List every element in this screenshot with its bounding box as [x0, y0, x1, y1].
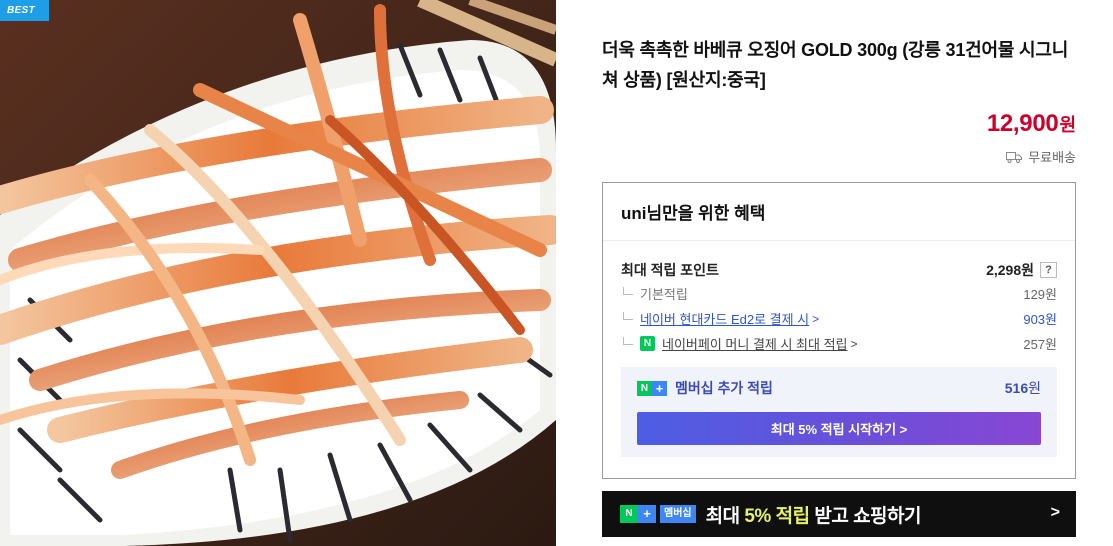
tree-branch-icon	[623, 336, 633, 345]
dried-squid-photo	[0, 0, 556, 546]
help-icon[interactable]: ?	[1040, 262, 1057, 278]
membership-amount: 516원	[1004, 380, 1041, 396]
points-row-label: 기본적립	[640, 287, 688, 302]
naver-plus-icon: N +	[637, 380, 667, 396]
membership-panel: N + 멤버십 추가 적립 516원 최대 5% 적립 시작하기 >	[621, 367, 1057, 457]
points-row-amount: 257원	[1023, 337, 1057, 352]
max-points-row: 최대 적립 포인트 2,298원 ?	[621, 260, 1057, 280]
tree-branch-icon	[623, 311, 633, 320]
points-row-card: 네이버 현대카드 Ed2로 결제 시 > 903원	[623, 309, 1057, 328]
max-points-label: 최대 적립 포인트	[621, 262, 719, 278]
best-badge: BEST	[0, 0, 49, 21]
points-row-amount: 129원	[1023, 287, 1057, 302]
naverpay-icon: N	[640, 336, 655, 351]
points-row-npay: N 네이버페이 머니 결제 시 최대 적립 > 257원	[623, 334, 1057, 353]
points-row-amount: 903원	[1023, 312, 1057, 327]
chevron-right-icon[interactable]: >	[1051, 504, 1060, 522]
product-title: 더욱 촉촉한 바베큐 오징어 GOLD 300g (강릉 31건어물 시그니쳐 …	[602, 40, 1069, 90]
chevron-right-icon[interactable]: >	[851, 337, 858, 351]
membership-label: 멤버십 추가 적립	[675, 380, 773, 396]
product-image[interactable]: BEST	[0, 0, 556, 546]
naver-plus-icon: N +	[620, 505, 656, 523]
membership-row: N + 멤버십 추가 적립 516원	[637, 378, 1041, 398]
benefit-box: uni님만을 위한 혜택 최대 적립 포인트 2,298원 ? 기본적립 129…	[602, 182, 1076, 479]
shipping-label: 무료배송	[1028, 150, 1076, 165]
points-row-basic: 기본적립 129원	[623, 284, 1057, 303]
max-points-value: 2,298원	[986, 262, 1034, 278]
start-membership-button[interactable]: 최대 5% 적립 시작하기 >	[637, 412, 1041, 445]
banner-text: 최대 5% 적립 받고 쇼핑하기	[705, 505, 922, 527]
price-unit: 원	[1059, 115, 1076, 135]
card-benefit-link[interactable]: 네이버 현대카드 Ed2로 결제 시	[640, 309, 809, 328]
membership-badge: 멤버십	[660, 505, 696, 523]
benefit-heading: uni님만을 위한 혜택	[603, 183, 1075, 241]
npay-benefit-link[interactable]: 네이버페이 머니 결제 시 최대 적립	[662, 334, 848, 353]
membership-banner[interactable]: N + 멤버십 최대 5% 적립 받고 쇼핑하기 >	[602, 491, 1076, 537]
chevron-right-icon[interactable]: >	[812, 312, 819, 326]
truck-icon	[1006, 151, 1023, 163]
price-value: 12,900	[986, 110, 1059, 137]
shipping-info: 무료배송	[1006, 147, 1076, 166]
tree-branch-icon	[623, 286, 633, 295]
price: 12,900 원	[987, 110, 1076, 138]
